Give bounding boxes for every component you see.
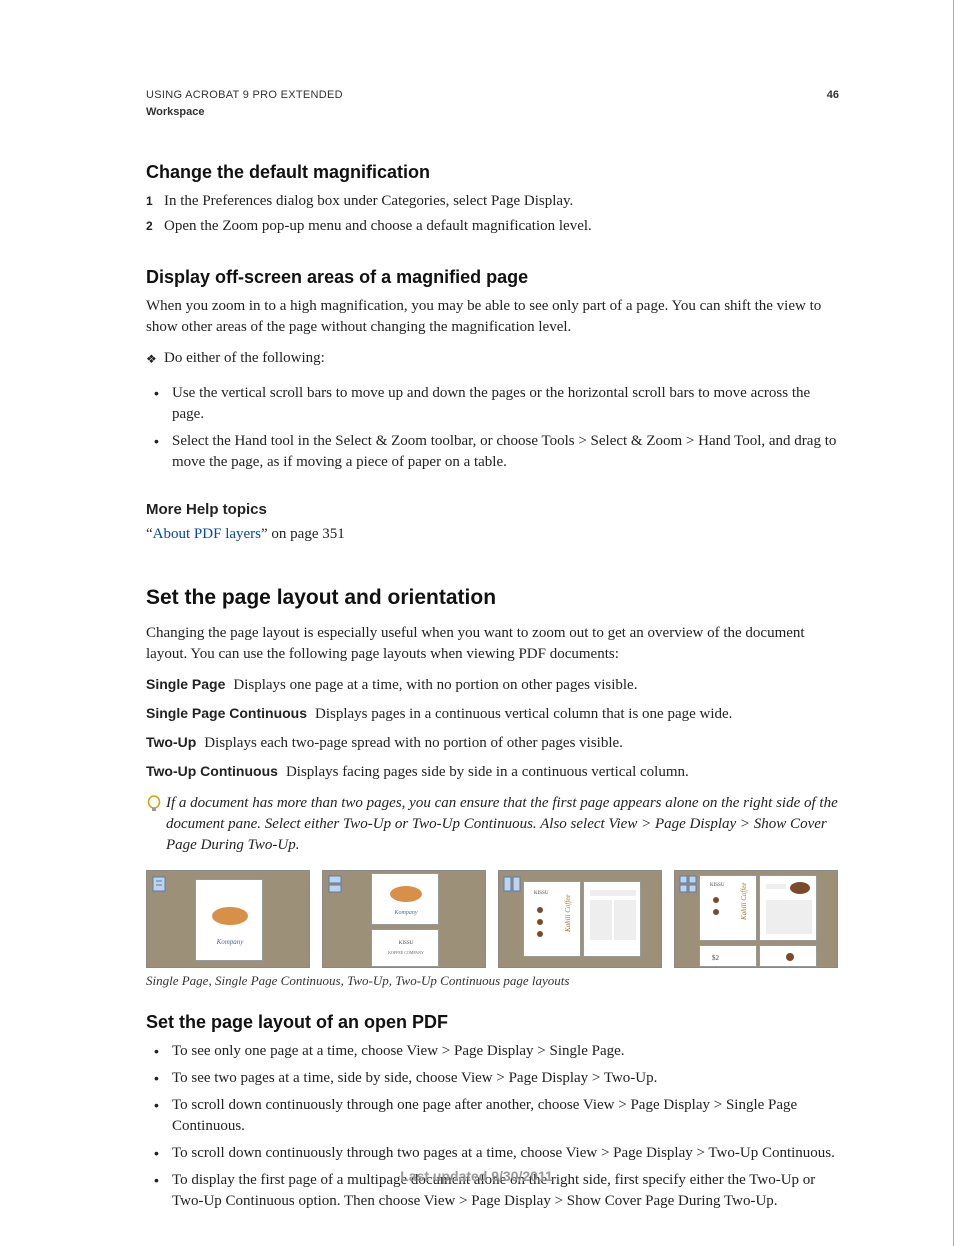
help-link-suffix: ” on page 351 (261, 526, 345, 542)
def-term: Single Page (146, 676, 225, 692)
section-display-offscreen: Display off-screen areas of a magnified … (146, 265, 839, 473)
quote-open: “ (146, 526, 153, 542)
options-list: •Use the vertical scroll bars to move up… (146, 383, 839, 473)
list-item: •To scroll down continuously through two… (154, 1143, 839, 1164)
help-link[interactable]: About PDF layers (153, 526, 261, 542)
option-text: Use the vertical scroll bars to move up … (172, 383, 839, 425)
list-item: •To see two pages at a time, side by sid… (154, 1068, 839, 1089)
thumb-single-page: Kompany (146, 870, 310, 968)
option-text: To scroll down continuously through one … (172, 1095, 839, 1137)
step-text: In the Preferences dialog box under Cate… (164, 191, 839, 212)
list-item: •Select the Hand tool in the Select & Zo… (154, 431, 839, 473)
lead-item: ❖Do either of the following: (146, 348, 839, 369)
more-help-line: “About PDF layers” on page 351 (146, 524, 839, 545)
step-item: 2Open the Zoom pop-up menu and choose a … (146, 216, 839, 237)
lead-text: Do either of the following: (164, 348, 839, 369)
single-continuous-icon (327, 875, 345, 893)
intro-paragraph: When you zoom in to a high magnification… (146, 296, 839, 338)
svg-text:Kahili Coffee: Kahili Coffee (564, 894, 572, 933)
svg-text:Kompany: Kompany (216, 938, 245, 946)
svg-text:$2: $2 (712, 954, 720, 962)
option-text: To see only one page at a time, choose V… (172, 1041, 839, 1062)
layout-intro: Changing the page layout is especially u… (146, 623, 839, 665)
def-text: Displays one page at a time, with no por… (233, 677, 637, 693)
svg-text:KOFFEE COMPANY: KOFFEE COMPANY (388, 950, 424, 955)
definition-line: Two-Up Displays each two-page spread with… (146, 733, 839, 754)
footer-updated: Last updated 9/30/2011 (0, 1167, 953, 1187)
def-term: Single Page Continuous (146, 705, 307, 721)
two-up-continuous-icon (679, 875, 697, 893)
svg-text:Kompany: Kompany (394, 910, 418, 916)
single-page-icon (151, 875, 169, 893)
list-item: •To scroll down continuously through one… (154, 1095, 839, 1137)
heading-change-magnification: Change the default magnification (146, 160, 839, 185)
layout-thumbnails: Kompany Kompany KISSU KOFFEE COMPANY (146, 870, 839, 968)
more-help-block: More Help topics “About PDF layers” on p… (146, 499, 839, 545)
thumb-single-continuous: Kompany KISSU KOFFEE COMPANY (322, 870, 486, 968)
thumb-two-up-continuous: KISSU Kahili Coffee $2 (674, 870, 838, 968)
definition-line: Two-Up Continuous Displays facing pages s… (146, 762, 839, 783)
option-text: Select the Hand tool in the Select & Zoo… (172, 431, 839, 473)
tip-block: If a document has more than two pages, y… (146, 793, 839, 856)
heading-page-layout: Set the page layout and orientation (146, 583, 839, 612)
svg-text:Kahili Coffee: Kahili Coffee (740, 882, 748, 921)
definition-line: Single Page Displays one page at a time, … (146, 675, 839, 696)
option-text: To scroll down continuously through two … (172, 1143, 839, 1164)
svg-text:KISSU: KISSU (534, 891, 549, 896)
section-name: Workspace (146, 105, 343, 120)
tip-text: If a document has more than two pages, y… (166, 793, 839, 856)
two-up-icon (503, 875, 521, 893)
list-item: •To see only one page at a time, choose … (154, 1041, 839, 1062)
list-item: •Use the vertical scroll bars to move up… (154, 383, 839, 425)
lead-list: ❖Do either of the following: (146, 348, 839, 369)
step-text: Open the Zoom pop-up menu and choose a d… (164, 216, 839, 237)
def-term: Two-Up (146, 734, 196, 750)
page-header: USING ACROBAT 9 PRO EXTENDED Workspace 4… (146, 88, 839, 121)
step-item: 1In the Preferences dialog box under Cat… (146, 191, 839, 212)
def-text: Displays pages in a continuous vertical … (315, 706, 732, 722)
def-text: Displays facing pages side by side in a … (286, 764, 689, 780)
layout-options-list: •To see only one page at a time, choose … (146, 1041, 839, 1212)
lightbulb-icon (146, 793, 166, 822)
heading-display-offscreen: Display off-screen areas of a magnified … (146, 265, 839, 290)
section-page-layout: Set the page layout and orientation Chan… (146, 583, 839, 990)
section-change-magnification: Change the default magnification 1In the… (146, 160, 839, 237)
more-help-heading: More Help topics (146, 499, 839, 520)
product-name: USING ACROBAT 9 PRO EXTENDED (146, 88, 343, 103)
page: USING ACROBAT 9 PRO EXTENDED Workspace 4… (0, 0, 954, 1246)
svg-text:KISSU: KISSU (399, 941, 414, 946)
thumbnails-caption: Single Page, Single Page Continuous, Two… (146, 972, 839, 990)
steps-list: 1In the Preferences dialog box under Cat… (146, 191, 839, 237)
page-number: 46 (827, 88, 839, 103)
def-text: Displays each two-page spread with no po… (204, 735, 623, 751)
header-left: USING ACROBAT 9 PRO EXTENDED Workspace (146, 88, 343, 121)
def-term: Two-Up Continuous (146, 763, 278, 779)
definition-line: Single Page Continuous Displays pages in … (146, 704, 839, 725)
heading-set-layout-open: Set the page layout of an open PDF (146, 1010, 839, 1035)
thumb-two-up: KISSU Kahili Coffee (498, 870, 662, 968)
option-text: To see two pages at a time, side by side… (172, 1068, 839, 1089)
svg-text:KISSU: KISSU (710, 883, 725, 888)
